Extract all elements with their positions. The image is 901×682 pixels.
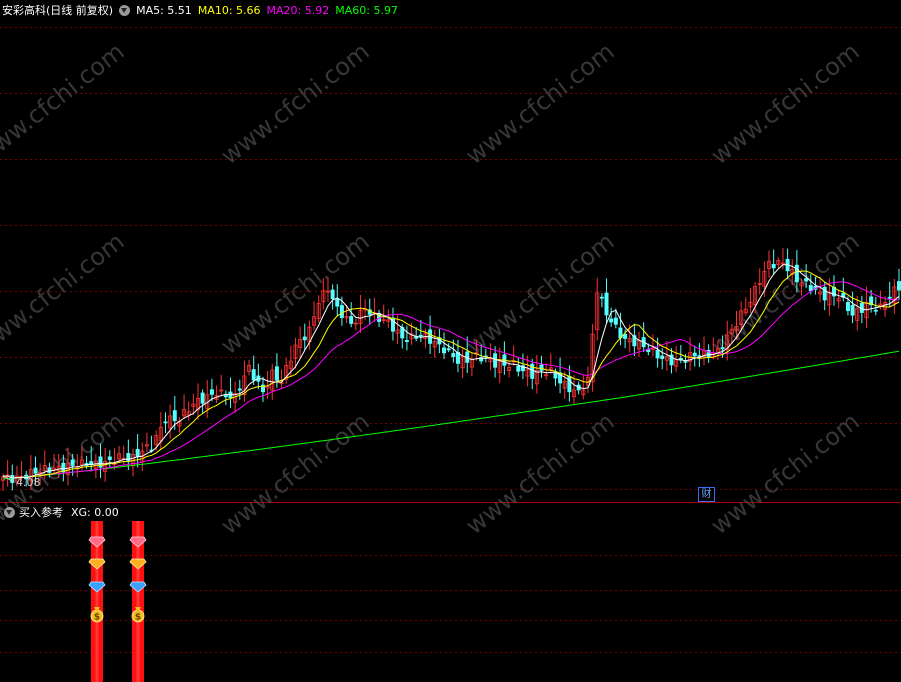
down-candle: [623, 334, 628, 339]
watermark-text: www.cfchi.com: [461, 37, 620, 170]
down-candle: [720, 347, 725, 350]
down-candle: [251, 369, 256, 381]
ma10-label: MA10: 5.66: [197, 3, 261, 17]
down-candle: [135, 448, 140, 458]
down-candle: [655, 349, 660, 359]
down-candle: [692, 352, 697, 357]
sub-chart-header: 买入参考 XG: 0.00: [0, 504, 119, 520]
down-candle: [335, 299, 340, 307]
down-candle: [418, 334, 423, 337]
down-candle: [567, 375, 572, 393]
down-candle: [274, 366, 279, 381]
low-arrow-icon: [3, 475, 14, 483]
finance-marker[interactable]: 财: [698, 487, 715, 502]
down-candle: [172, 410, 177, 422]
down-candle: [609, 318, 614, 323]
down-candle: [349, 316, 354, 324]
down-candle: [223, 394, 228, 398]
ma20-label: MA20: 5.92: [266, 3, 330, 17]
down-candle: [887, 296, 892, 299]
down-candle: [302, 336, 307, 341]
down-candle: [516, 365, 521, 372]
watermark-text: www.cfchi.com: [0, 407, 130, 540]
down-candle: [47, 467, 52, 473]
watermark-text: www.cfchi.com: [0, 37, 130, 170]
down-candle: [850, 305, 855, 316]
down-candle: [599, 296, 604, 299]
down-candle: [163, 421, 168, 424]
money-bag-symbol: $: [94, 613, 100, 623]
watermark-text: www.cfchi.com: [0, 227, 130, 360]
down-candle: [660, 355, 665, 359]
down-candle: [771, 264, 776, 269]
down-candle: [808, 285, 813, 292]
chevron-down-icon[interactable]: [119, 4, 131, 16]
down-candle: [897, 281, 901, 291]
down-candle: [404, 340, 409, 342]
down-candle: [330, 289, 335, 300]
watermark-text: www.cfchi.com: [461, 407, 620, 540]
down-candle: [604, 292, 609, 316]
down-candle: [61, 462, 66, 473]
watermark-text: www.cfchi.com: [216, 37, 375, 170]
down-candle: [237, 388, 242, 391]
down-candle: [209, 389, 214, 395]
ma5-label: MA5: 5.51: [136, 3, 192, 17]
down-candle: [451, 353, 456, 358]
down-candle: [794, 264, 799, 283]
chevron-down-icon[interactable]: [4, 506, 15, 518]
down-candle: [200, 392, 205, 404]
down-candle: [70, 459, 75, 466]
xg-value: XG: 0.00: [71, 505, 119, 519]
down-candle: [539, 364, 544, 371]
down-candle: [845, 302, 850, 312]
stock-title[interactable]: 安彩高科(日线 前复权): [2, 2, 113, 18]
watermark-text: www.cfchi.com: [706, 407, 865, 540]
down-candle: [339, 305, 344, 318]
main-chart-header: 安彩高科(日线 前复权) MA5: 5.51 MA10: 5.66 MA20: …: [0, 2, 404, 18]
sub-chart-title[interactable]: 买入参考: [19, 504, 63, 520]
down-candle: [493, 353, 498, 368]
watermark-text: www.cfchi.com: [216, 407, 375, 540]
down-candle: [553, 372, 558, 379]
down-candle: [446, 348, 451, 351]
down-candle: [613, 317, 618, 325]
ma60-label: MA60: 5.97: [335, 3, 398, 17]
watermark-text: www.cfchi.com: [706, 37, 865, 170]
down-candle: [107, 456, 112, 460]
price-chart[interactable]: www.cfchi.com www.cfchi.com www.cfchi.com w…: [0, 0, 901, 682]
down-candle: [126, 453, 131, 462]
down-candle: [683, 360, 688, 363]
watermark-text: www.cfchi.com: [706, 227, 865, 360]
down-candle: [33, 467, 38, 474]
down-candle: [804, 278, 809, 282]
down-candle: [873, 309, 878, 312]
lowest-price-label: 4.08: [16, 476, 41, 489]
down-candle: [442, 347, 447, 354]
money-bag-symbol: $: [135, 613, 141, 623]
